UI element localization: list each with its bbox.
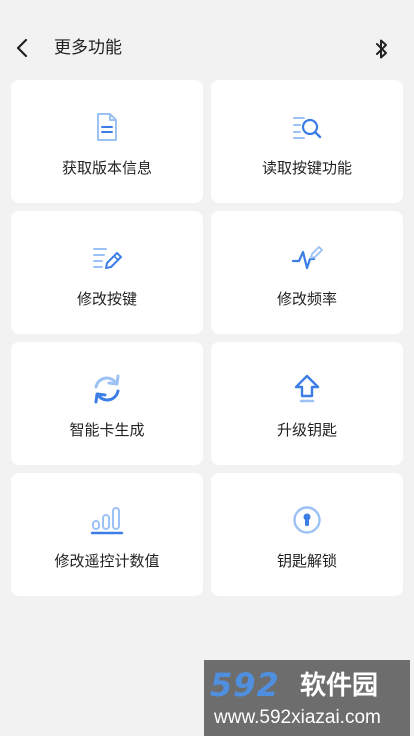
card-label: 修改频率 xyxy=(276,290,337,308)
feature-grid: 获取版本信息 读取按键功能 修改按键 修改频率 智能卡生成 升级钥匙 修改遥控计… xyxy=(11,80,403,596)
card-modify-frequency[interactable]: 修改频率 xyxy=(211,211,403,334)
chevron-left-icon xyxy=(16,38,28,58)
card-read-key-function[interactable]: 读取按键功能 xyxy=(211,80,403,203)
watermark-brand: 软件园 xyxy=(300,671,379,701)
card-label: 获取版本信息 xyxy=(61,159,152,177)
card-label: 升级钥匙 xyxy=(276,421,337,439)
card-label: 钥匙解锁 xyxy=(276,552,337,570)
card-key-unlock[interactable]: 钥匙解锁 xyxy=(211,473,403,596)
card-get-version-info[interactable]: 获取版本信息 xyxy=(11,80,203,203)
card-modify-remote-count[interactable]: 修改遥控计数值 xyxy=(11,473,203,596)
watermark-logo: 592 xyxy=(210,666,280,704)
card-label: 智能卡生成 xyxy=(69,421,145,439)
card-modify-key[interactable]: 修改按键 xyxy=(11,211,203,334)
back-button[interactable] xyxy=(8,34,36,62)
list-search-icon xyxy=(290,112,324,142)
keyhole-icon xyxy=(290,505,324,535)
bluetooth-button[interactable] xyxy=(370,36,394,62)
bar-signal-icon xyxy=(90,505,124,535)
card-label: 读取按键功能 xyxy=(261,159,352,177)
document-icon xyxy=(90,112,124,142)
list-edit-icon xyxy=(90,243,124,273)
card-label: 修改遥控计数值 xyxy=(54,552,160,570)
card-label: 修改按键 xyxy=(76,290,137,308)
refresh-icon xyxy=(90,374,124,404)
page-title: 更多功能 xyxy=(54,38,122,58)
watermark-url: www.592xiazai.com xyxy=(214,707,381,728)
card-upgrade-key[interactable]: 升级钥匙 xyxy=(211,342,403,465)
pulse-edit-icon xyxy=(290,243,324,273)
bluetooth-icon xyxy=(376,39,387,59)
site-watermark: 592 软件园 www.592xiazai.com xyxy=(204,660,410,736)
card-smart-card-generate[interactable]: 智能卡生成 xyxy=(11,342,203,465)
upload-arrow-icon xyxy=(290,374,324,404)
